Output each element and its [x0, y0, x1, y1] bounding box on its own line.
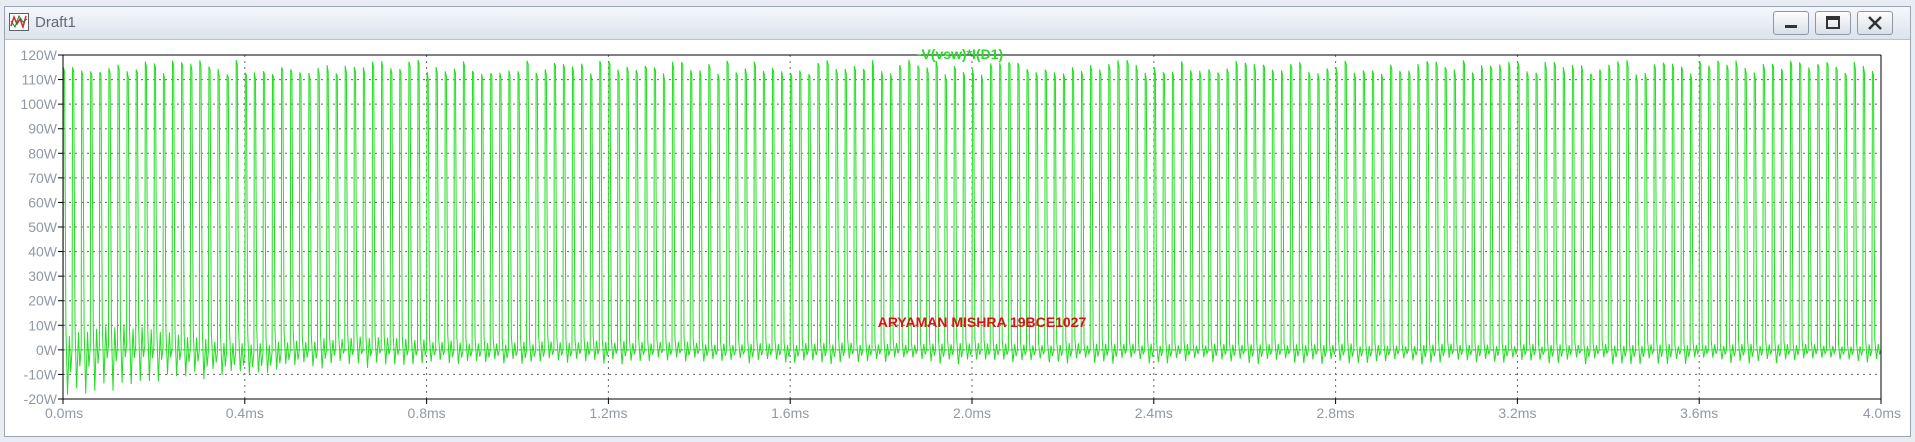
x-tick-label: 1.2ms — [589, 405, 627, 421]
title-bar[interactable]: Draft1 — [5, 7, 1910, 40]
y-tick-label: 70W — [28, 170, 58, 186]
y-tick-label: 30W — [28, 268, 58, 284]
waveform-plot-icon — [9, 13, 29, 31]
y-tick-label: 80W — [28, 145, 58, 161]
close-icon — [1868, 16, 1882, 30]
plot-area[interactable]: 120W 110W 100W 90W 80W 70W 60W 50W 40W 30W 20W 10W 0… — [5, 40, 1910, 436]
close-button[interactable] — [1857, 11, 1893, 35]
y-tick-label: 10W — [28, 317, 58, 333]
y-tick-label: 0W — [36, 342, 58, 358]
waveform-trace — [62, 59, 1882, 395]
y-tick-label: -10W — [24, 366, 58, 382]
x-tick-label: 4.0ms — [1863, 405, 1901, 421]
x-tick-label: 0.8ms — [408, 405, 446, 421]
maximize-icon — [1826, 16, 1840, 29]
y-tick-label: 110W — [21, 72, 57, 88]
y-tick-label: 60W — [28, 194, 58, 210]
annotation-text: ARYAMAN MISHRA 19BCE1027 — [878, 314, 1087, 330]
maximize-button[interactable] — [1815, 11, 1851, 35]
plot-window: Draft1 120W 110W 100W 90W 80W 70W 60W 50W 40W 30W… — [4, 6, 1911, 437]
y-tick-label: 50W — [28, 219, 58, 235]
window-title: Draft1 — [35, 14, 76, 31]
x-tick-label: 0.0ms — [45, 405, 83, 421]
minimize-button[interactable] — [1773, 11, 1809, 35]
x-tick-label: 2.8ms — [1317, 405, 1355, 421]
waveform-chart[interactable]: 120W 110W 100W 90W 80W 70W 60W 50W 40W 30W 20W 10W 0… — [5, 40, 1910, 436]
x-tick-label: 0.4ms — [226, 405, 264, 421]
y-tick-label: 40W — [28, 244, 58, 260]
y-tick-label: 90W — [28, 121, 58, 137]
x-tick-label: 2.0ms — [953, 405, 991, 421]
x-tick-label: 1.6ms — [771, 405, 809, 421]
x-tick-label: 2.4ms — [1135, 405, 1173, 421]
y-tick-label: 100W — [20, 96, 57, 112]
x-tick-label: 3.2ms — [1498, 405, 1536, 421]
x-tick-label: 3.6ms — [1680, 405, 1718, 421]
minimize-icon — [1785, 25, 1797, 28]
trace-title: -V(vsw)*I(D1) — [917, 46, 1003, 62]
y-tick-label: 120W — [20, 47, 57, 63]
y-tick-label: 20W — [28, 293, 58, 309]
